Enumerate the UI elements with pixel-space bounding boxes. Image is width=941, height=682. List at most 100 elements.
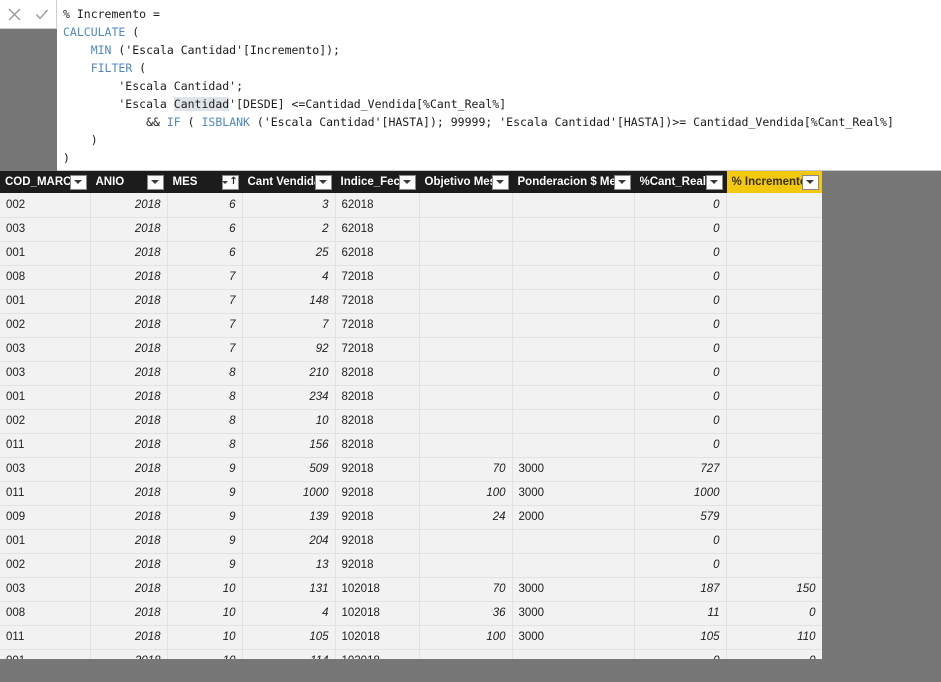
table-cell[interactable]: 8 (167, 385, 243, 410)
table-cell[interactable] (419, 529, 513, 554)
table-cell[interactable]: 234 (242, 385, 336, 410)
table-cell[interactable]: 70 (419, 457, 513, 482)
table-row[interactable]: 001201810114102018 00 (0, 649, 822, 659)
column-header-anio[interactable]: ANIO (90, 171, 168, 193)
table-cell[interactable]: 92018 (335, 457, 420, 482)
table-cell[interactable]: 10 (167, 601, 243, 626)
table-cell[interactable]: 9 (167, 529, 243, 554)
table-cell[interactable]: 72018 (335, 265, 420, 290)
table-row[interactable]: 003 2018 9 509 92018 70 3000 727 (0, 457, 822, 482)
table-cell[interactable]: 187 (634, 577, 727, 602)
chevron-down-icon[interactable] (146, 174, 164, 190)
table-cell[interactable]: 102018 (335, 649, 420, 659)
table-cell[interactable]: 001 (0, 649, 91, 659)
table-cell[interactable]: 92018 (335, 553, 420, 578)
table-cell[interactable]: 102018 (335, 601, 420, 626)
table-cell[interactable]: 150 (726, 577, 822, 602)
table-cell[interactable] (512, 265, 635, 290)
table-cell[interactable]: 0 (634, 337, 727, 362)
table-cell[interactable]: 2018 (90, 553, 168, 578)
table-cell[interactable]: 82018 (335, 409, 420, 434)
table-cell[interactable]: 0 (634, 433, 727, 458)
table-cell[interactable]: 579 (634, 505, 727, 530)
table-cell[interactable]: 24 (419, 505, 513, 530)
table-cell[interactable] (726, 217, 822, 242)
table-cell[interactable]: 9 (167, 481, 243, 506)
table-cell[interactable]: 2018 (90, 577, 168, 602)
table-row[interactable]: 002 2018 6 3 62018 0 (0, 193, 822, 218)
table-row[interactable]: 002 2018 8 10 82018 0 (0, 409, 822, 434)
column-header-objetivo-mes[interactable]: Objetivo Mes (419, 171, 513, 193)
table-cell[interactable]: 0 (634, 241, 727, 266)
table-cell[interactable] (726, 193, 822, 218)
table-cell[interactable]: 10 (167, 649, 243, 659)
table-row[interactable]: 011 2018 9 1000 92018 100 3000 1000 (0, 481, 822, 506)
table-cell[interactable]: 001 (0, 241, 91, 266)
table-cell[interactable]: 8 (167, 433, 243, 458)
table-cell[interactable]: 2018 (90, 313, 168, 338)
table-cell[interactable]: 2018 (90, 193, 168, 218)
table-cell[interactable]: 001 (0, 529, 91, 554)
table-cell[interactable]: 92 (242, 337, 336, 362)
table-row[interactable]: 011 2018 8 156 82018 0 (0, 433, 822, 458)
table-cell[interactable] (726, 481, 822, 506)
table-cell[interactable]: 0 (634, 409, 727, 434)
table-cell[interactable]: 10 (167, 625, 243, 650)
table-cell[interactable]: 003 (0, 577, 91, 602)
table-cell[interactable]: 003 (0, 217, 91, 242)
column-header-cant-real[interactable]: %Cant_Real% (634, 171, 727, 193)
table-cell[interactable] (512, 529, 635, 554)
table-cell[interactable] (512, 385, 635, 410)
table-cell[interactable]: 11 (634, 601, 727, 626)
table-cell[interactable]: 62018 (335, 193, 420, 218)
table-cell[interactable]: 102018 (335, 625, 420, 650)
table-cell[interactable]: 36 (419, 601, 513, 626)
table-cell[interactable]: 0 (634, 553, 727, 578)
table-cell[interactable]: 2018 (90, 529, 168, 554)
table-cell[interactable]: 2018 (90, 289, 168, 314)
table-cell[interactable]: 8 (167, 361, 243, 386)
table-cell[interactable]: 011 (0, 625, 91, 650)
table-cell[interactable] (512, 409, 635, 434)
table-cell[interactable]: 2018 (90, 217, 168, 242)
table-cell[interactable]: 13 (242, 553, 336, 578)
table-cell[interactable] (726, 313, 822, 338)
table-cell[interactable] (419, 265, 513, 290)
table-cell[interactable]: 139 (242, 505, 336, 530)
table-row[interactable]: 001 2018 6 25 62018 0 (0, 241, 822, 266)
table-row[interactable]: 003 2018 8 210 82018 0 (0, 361, 822, 386)
table-row[interactable]: 009 2018 9 139 92018 24 2000 579 (0, 505, 822, 530)
table-cell[interactable]: 0 (634, 361, 727, 386)
column-header-indice-fecha[interactable]: Indice_Fecha (335, 171, 420, 193)
table-cell[interactable]: 92018 (335, 529, 420, 554)
table-cell[interactable]: 9 (167, 553, 243, 578)
chevron-down-icon[interactable] (705, 174, 723, 190)
table-cell[interactable]: 0 (634, 289, 727, 314)
table-cell[interactable]: 25 (242, 241, 336, 266)
table-cell[interactable]: 7 (167, 313, 243, 338)
table-cell[interactable]: 100 (419, 625, 513, 650)
table-row[interactable]: 003 2018 7 92 72018 0 (0, 337, 822, 362)
table-cell[interactable]: 727 (634, 457, 727, 482)
table-cell[interactable]: 2018 (90, 361, 168, 386)
column-header-incremento[interactable]: % Incremento (726, 171, 822, 193)
table-cell[interactable] (512, 433, 635, 458)
chevron-down-icon[interactable] (398, 174, 416, 190)
table-cell[interactable]: 2018 (90, 433, 168, 458)
table-cell[interactable]: 011 (0, 481, 91, 506)
table-cell[interactable]: 72018 (335, 313, 420, 338)
table-cell[interactable]: 8 (167, 409, 243, 434)
table-cell[interactable] (726, 433, 822, 458)
table-row[interactable]: 001 2018 7 148 72018 0 (0, 289, 822, 314)
table-cell[interactable]: 0 (634, 193, 727, 218)
table-cell[interactable] (512, 217, 635, 242)
table-cell[interactable]: 001 (0, 385, 91, 410)
table-cell[interactable]: 003 (0, 361, 91, 386)
table-cell[interactable]: 7 (167, 337, 243, 362)
table-cell[interactable] (726, 457, 822, 482)
table-cell[interactable]: 82018 (335, 433, 420, 458)
table-cell[interactable]: 002 (0, 409, 91, 434)
table-cell[interactable]: 2000 (512, 505, 635, 530)
table-cell[interactable]: 92018 (335, 481, 420, 506)
table-cell[interactable]: 1000 (634, 481, 727, 506)
